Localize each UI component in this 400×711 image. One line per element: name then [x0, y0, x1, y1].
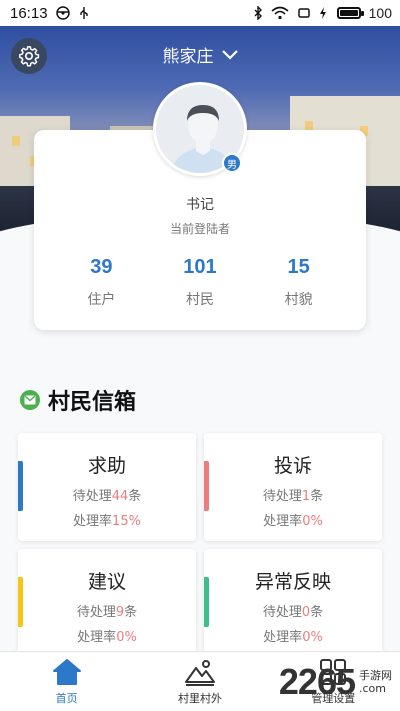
pending-label: 待处理: [262, 489, 302, 504]
battery-icon: [336, 7, 364, 19]
watermark-text: 手游网 .com: [359, 669, 392, 695]
stat-value: 15: [287, 256, 310, 278]
watermark-number: 2265: [278, 661, 356, 702]
tile-rate: 处理率0%: [18, 626, 196, 645]
pending-unit: 条: [124, 605, 138, 620]
stat-households[interactable]: 39 住户: [61, 256, 141, 309]
pending-label: 待处理: [72, 489, 112, 504]
rate-label: 处理率: [263, 630, 303, 645]
stat-label: 村民: [185, 292, 214, 308]
pending-value: 0: [301, 605, 311, 620]
pending-unit: 条: [128, 489, 142, 504]
stat-label: 住户: [87, 292, 116, 308]
watermark-logo: 2265 手游网 .com: [279, 661, 392, 703]
tile-rate: 处理率0%: [204, 510, 382, 529]
tile-pending: 待处理44条: [18, 485, 196, 504]
rate-value: 0%: [116, 630, 137, 645]
mail-icon: [20, 390, 40, 410]
tile-complaint[interactable]: 投诉 待处理1条 处理率0%: [204, 433, 382, 541]
stat-value: 39: [90, 256, 113, 278]
battery-percent: 100: [368, 5, 392, 21]
gender-badge: 男: [222, 153, 242, 173]
tile-suggestion[interactable]: 建议 待处理9条 处理率0%: [18, 549, 196, 657]
wifi-icon: [271, 6, 289, 20]
nav-item-home[interactable]: 首页: [0, 652, 133, 711]
status-bar-right: 100: [253, 5, 392, 21]
pending-unit: 条: [310, 605, 324, 620]
stat-value: 101: [183, 256, 217, 278]
village-name: 熊家庄: [162, 47, 214, 67]
bluetooth-icon: [254, 6, 262, 20]
screen-rotation-icon: [297, 8, 310, 18]
stats-row: 39 住户 101 村民 15 村貌: [34, 256, 366, 309]
battery-fill: [339, 10, 358, 16]
section-title-text: 村民信箱: [48, 390, 137, 415]
pending-value: 44: [111, 489, 129, 504]
village-selector[interactable]: 熊家庄: [0, 42, 400, 67]
home-icon: [52, 657, 82, 687]
tile-title: 建议: [87, 571, 126, 593]
current-user-label: 当前登陆者: [169, 222, 230, 236]
steering-wheel-icon: [55, 6, 70, 20]
rate-value: 0%: [302, 630, 323, 645]
status-time: 16:13: [10, 4, 48, 22]
section-title-mailbox: 村民信箱: [20, 384, 136, 416]
pending-value: 9: [115, 605, 125, 620]
nav-item-village[interactable]: 村里村外: [133, 652, 266, 711]
window-light: [12, 136, 20, 146]
rate-value: 15%: [112, 514, 141, 529]
tile-rate: 处理率15%: [18, 510, 196, 529]
tile-anomaly-report[interactable]: 异常反映 待处理0条 处理率0%: [204, 549, 382, 657]
charging-icon: [319, 7, 326, 19]
rate-label: 处理率: [77, 630, 117, 645]
nav-label: 村里村外: [177, 692, 222, 705]
tile-title: 投诉: [273, 455, 312, 477]
pending-value: 1: [301, 489, 311, 504]
chevron-down-icon: [221, 49, 238, 60]
stat-villagers[interactable]: 101 村民: [160, 256, 240, 309]
status-bar-left: 16:13: [10, 5, 90, 22]
mountain-icon: [184, 657, 216, 687]
watermark-line2: .com: [359, 682, 386, 695]
rate-value: 0%: [302, 514, 323, 529]
pending-label: 待处理: [262, 605, 302, 620]
user-role: 书记: [186, 197, 214, 213]
pending-unit: 条: [310, 489, 324, 504]
tile-title: 求助: [87, 455, 126, 477]
stat-village-views[interactable]: 15 村貌: [259, 256, 339, 309]
usb-icon: [79, 7, 88, 19]
watermark-line1: 手游网: [359, 669, 392, 682]
rate-label: 处理率: [73, 514, 113, 529]
tile-rate: 处理率0%: [204, 626, 382, 645]
nav-label: 首页: [55, 692, 78, 705]
pending-label: 待处理: [76, 605, 116, 620]
rate-label: 处理率: [263, 514, 303, 529]
tile-help[interactable]: 求助 待处理44条 处理率15%: [18, 433, 196, 541]
status-bar: 16:13 100: [0, 0, 400, 26]
tile-title: 异常反映: [254, 571, 331, 593]
app-screen: 16:13 100 熊家庄 书记 当前登陆者 39 住户 101 村民 15 村…: [0, 0, 400, 711]
tile-pending: 待处理9条: [18, 601, 196, 620]
tile-pending: 待处理1条: [204, 485, 382, 504]
stat-label: 村貌: [284, 292, 313, 308]
tile-pending: 待处理0条: [204, 601, 382, 620]
